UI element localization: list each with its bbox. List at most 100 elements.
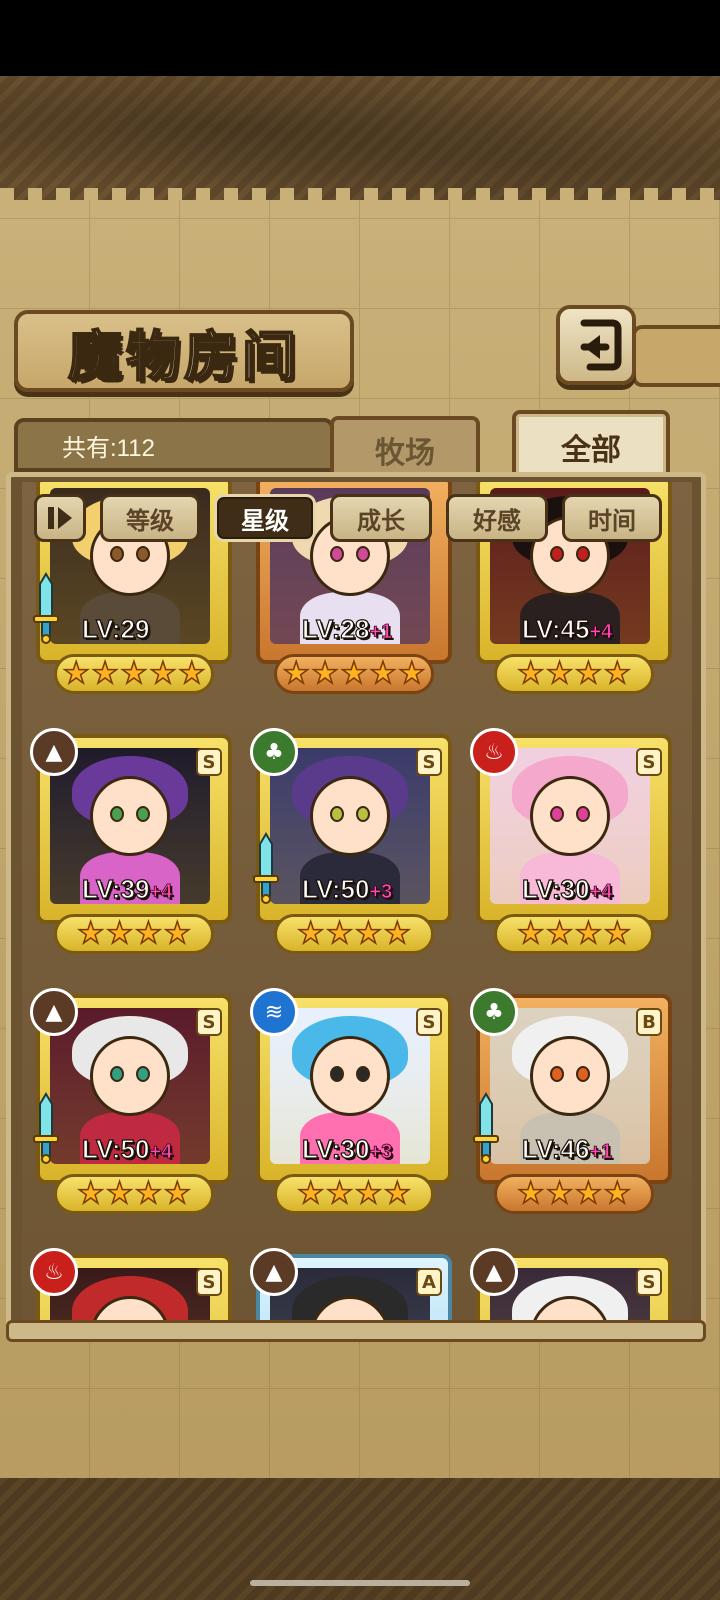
sort-order-toggle-button[interactable] xyxy=(34,494,86,542)
home-indicator xyxy=(250,1580,470,1586)
star-icon: ★ xyxy=(574,916,602,951)
monster-level: LV:39+4 xyxy=(81,873,173,905)
level-bonus: +4 xyxy=(589,881,613,904)
level-value: LV:46 xyxy=(521,1133,590,1164)
star-rating: ★ ★ ★ ★ xyxy=(494,1174,654,1214)
level-bonus: +1 xyxy=(589,1141,613,1164)
title-plate: 魔物房间 xyxy=(14,310,354,392)
monster-card[interactable]: B ♣ LV:46+1 ★ ★ ★ ★ xyxy=(470,988,672,1218)
sort-time-button[interactable]: 时间 xyxy=(562,494,662,542)
earth-element-icon: ▲ xyxy=(250,1248,298,1296)
star-icon: ★ xyxy=(516,656,545,691)
sword-icon xyxy=(252,832,280,904)
status-bar xyxy=(0,0,720,76)
star-icon: ★ xyxy=(296,916,325,951)
rank-badge: S xyxy=(196,1008,222,1036)
star-icon: ★ xyxy=(311,656,339,691)
star-rating: ★ ★ ★ ★ xyxy=(274,914,434,954)
star-icon: ★ xyxy=(545,1176,573,1211)
rank-badge: S xyxy=(416,1008,442,1036)
level-value: LV:30 xyxy=(301,1133,370,1164)
panel-bottom-border xyxy=(6,1320,706,1342)
level-bonus: +3 xyxy=(369,881,393,904)
monster-card[interactable]: S ≋ LV:30+3 ★ ★ ★ ★ xyxy=(250,988,452,1218)
monster-level: LV:46+1 xyxy=(521,1133,613,1165)
level-value: LV:30 xyxy=(521,873,590,904)
star-rating: ★ ★ ★ ★ ★ xyxy=(54,654,214,694)
level-value: LV:45 xyxy=(521,613,590,644)
level-bonus: +1 xyxy=(369,621,393,644)
sword-icon xyxy=(32,1092,60,1164)
star-icon: ★ xyxy=(340,656,368,691)
leaf-element-icon: ♣ xyxy=(470,988,518,1036)
monster-card[interactable]: S ♨ LV:30+4 ★ ★ ★ ★ xyxy=(470,728,672,958)
star-icon: ★ xyxy=(91,656,119,691)
level-bonus: +4 xyxy=(149,881,173,904)
sort-affection-button[interactable]: 好感 xyxy=(446,494,548,542)
back-arrow-icon xyxy=(580,319,622,371)
earth-element-icon: ▲ xyxy=(30,988,78,1036)
monster-card[interactable]: S ▲ xyxy=(470,1248,672,1327)
star-icon: ★ xyxy=(163,1176,191,1211)
star-icon: ★ xyxy=(105,916,133,951)
rank-badge: B xyxy=(636,1008,662,1036)
star-icon: ★ xyxy=(325,916,353,951)
back-button[interactable] xyxy=(556,305,636,385)
star-icon: ★ xyxy=(516,1176,545,1211)
star-icon: ★ xyxy=(76,1176,105,1211)
monster-card[interactable]: S ▲ LV:50+4 ★ ★ ★ ★ xyxy=(30,988,232,1218)
level-value: LV:28 xyxy=(301,613,370,644)
rank-badge: S xyxy=(636,748,662,776)
rank-badge: S xyxy=(636,1268,662,1296)
monster-card[interactable]: S ♨ xyxy=(30,1248,232,1327)
level-value: LV:50 xyxy=(301,873,370,904)
star-icon: ★ xyxy=(383,1176,411,1211)
level-bonus: +4 xyxy=(149,1141,173,1164)
sort-growth-button[interactable]: 成长 xyxy=(330,494,432,542)
star-icon: ★ xyxy=(120,656,148,691)
star-icon: ★ xyxy=(603,656,631,691)
star-icon: ★ xyxy=(76,916,105,951)
star-rating: ★ ★ ★ ★ ★ xyxy=(274,654,434,694)
star-icon: ★ xyxy=(516,916,545,951)
monster-level: LV:29 xyxy=(81,613,150,645)
level-value: LV:50 xyxy=(81,1133,150,1164)
star-rating: ★ ★ ★ ★ xyxy=(54,914,214,954)
level-value: LV:39 xyxy=(81,873,150,904)
sort-level-button[interactable]: 等级 xyxy=(100,494,200,542)
monster-level: LV:50+4 xyxy=(81,1133,173,1165)
monster-level: LV:30+4 xyxy=(521,873,613,905)
monster-level: LV:28+1 xyxy=(301,613,393,645)
earth-element-icon: ▲ xyxy=(30,728,78,776)
star-icon: ★ xyxy=(383,916,411,951)
map-background-top xyxy=(0,76,720,200)
star-icon: ★ xyxy=(296,1176,325,1211)
monster-grid[interactable]: LV:29 ★ ★ ★ ★ ★ LV:28+1 ★ ★ ★ ★ ★ LV:45+4 ★ ★ ★ ★ S ▲ LV:39… xyxy=(22,482,692,1327)
star-icon: ★ xyxy=(149,656,177,691)
star-icon: ★ xyxy=(574,656,602,691)
sort-star-button[interactable]: 星级 xyxy=(214,494,316,542)
monster-level: LV:50+3 xyxy=(301,873,393,905)
sword-icon xyxy=(32,572,60,644)
monster-count-bar: 共有:112 xyxy=(14,418,334,472)
rank-badge: S xyxy=(196,748,222,776)
fire-element-icon: ♨ xyxy=(30,1248,78,1296)
leaf-element-icon: ♣ xyxy=(250,728,298,776)
monster-card[interactable]: S ♣ LV:50+3 ★ ★ ★ ★ xyxy=(250,728,452,958)
level-bonus: +3 xyxy=(369,1141,393,1164)
back-button-extension xyxy=(632,325,720,387)
star-rating: ★ ★ ★ ★ xyxy=(494,914,654,954)
star-icon: ★ xyxy=(545,916,573,951)
star-icon: ★ xyxy=(545,656,573,691)
star-icon: ★ xyxy=(134,916,162,951)
star-icon: ★ xyxy=(105,1176,133,1211)
star-icon: ★ xyxy=(603,916,631,951)
star-rating: ★ ★ ★ ★ xyxy=(494,654,654,694)
level-bonus: +4 xyxy=(589,621,613,644)
monster-card[interactable]: S ▲ LV:39+4 ★ ★ ★ ★ xyxy=(30,728,232,958)
rank-badge: S xyxy=(416,748,442,776)
monster-card[interactable]: A ▲ xyxy=(250,1248,452,1327)
star-icon: ★ xyxy=(62,656,90,691)
star-icon: ★ xyxy=(134,1176,162,1211)
star-icon: ★ xyxy=(369,656,397,691)
